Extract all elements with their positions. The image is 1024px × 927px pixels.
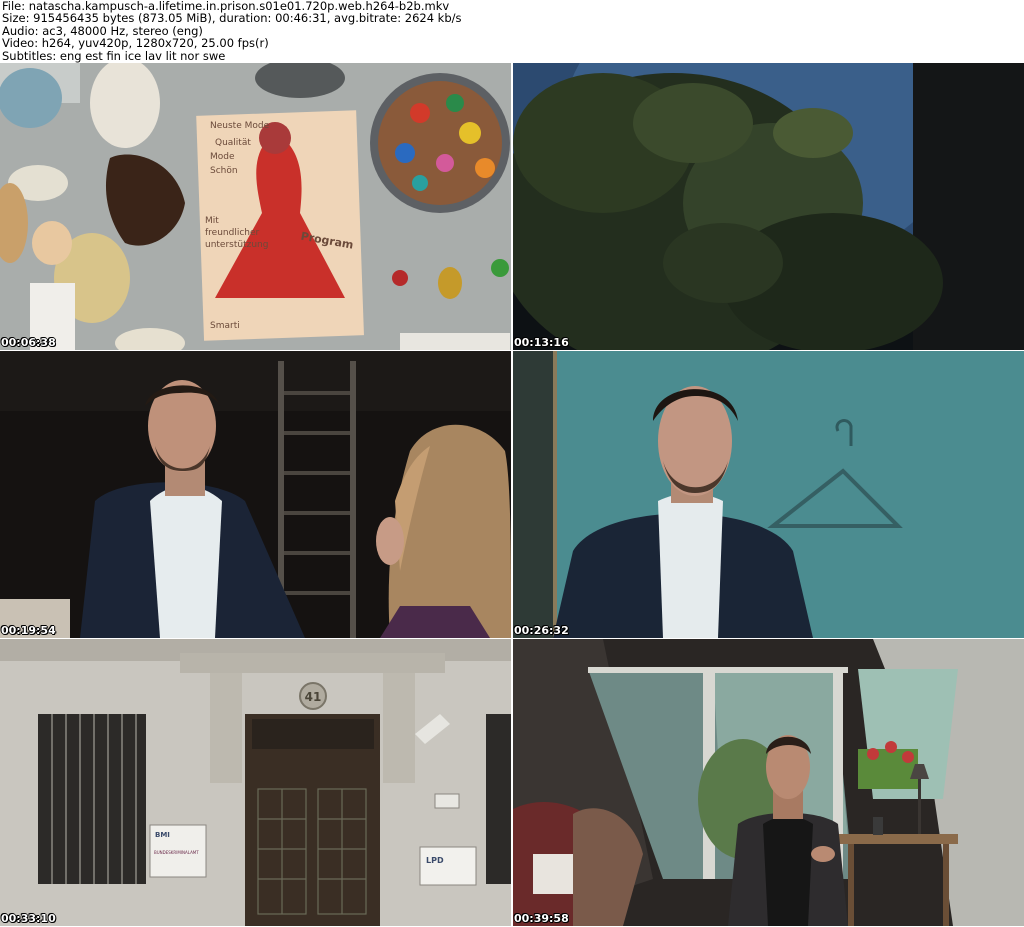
svg-text:Smarti: Smarti xyxy=(210,321,240,331)
thumbnail-frame-2[interactable]: 00:13:16 xyxy=(513,63,1024,350)
svg-text:Mit: Mit xyxy=(205,216,219,226)
timestamp-label: 00:06:38 xyxy=(1,336,56,349)
file-size-line: Size: 915456435 bytes (873.05 MiB), dura… xyxy=(2,11,462,26)
thumbnail-frame-1[interactable]: Neuste Mode Qualität Mode Schön Mit freu… xyxy=(0,63,511,350)
timestamp-label: 00:19:54 xyxy=(1,624,56,637)
file-metadata-header: File: natascha.kampusch-a.lifetime.in.pr… xyxy=(2,0,1022,62)
frame-2-image xyxy=(513,63,1024,350)
thumbnail-grid: Neuste Mode Qualität Mode Schön Mit freu… xyxy=(0,63,1024,927)
timestamp-label: 00:13:16 xyxy=(514,336,569,349)
house-number: 41 xyxy=(305,690,322,704)
svg-text:freundlicher: freundlicher xyxy=(205,228,260,238)
thumbnail-frame-6[interactable]: 00:39:58 xyxy=(513,639,1024,926)
sign-lpd: LPD xyxy=(426,856,444,865)
timestamp-label: 00:26:32 xyxy=(514,624,569,637)
sign-bka: BUNDESKRIMINALAMT xyxy=(154,850,199,855)
frame-6-image xyxy=(513,639,1024,926)
frame-4-image xyxy=(513,351,1024,638)
thumbnail-frame-5[interactable]: 41 BMI BUNDESKRIMINALAMT LPD 00:33:10 xyxy=(0,639,511,926)
svg-text:unterstützung: unterstützung xyxy=(205,240,268,250)
subtitles-info-line: Subtitles: eng est fin ice lav lit nor s… xyxy=(2,48,226,63)
frame-1-image: Neuste Mode Qualität Mode Schön Mit freu… xyxy=(0,63,511,350)
thumbnail-frame-4[interactable]: 00:26:32 xyxy=(513,351,1024,638)
timestamp-label: 00:39:58 xyxy=(514,912,569,925)
thumbnail-frame-3[interactable]: 00:19:54 xyxy=(0,351,511,638)
drawing-text-1: Neuste Mode xyxy=(210,121,270,131)
sign-bmi: BMI xyxy=(155,831,170,839)
svg-text:Schön: Schön xyxy=(210,166,238,176)
frame-3-image xyxy=(0,351,511,638)
timestamp-label: 00:33:10 xyxy=(1,912,56,925)
video-info-line: Video: h264, yuv420p, 1280x720, 25.00 fp… xyxy=(2,36,269,51)
frame-5-image: 41 BMI BUNDESKRIMINALAMT LPD xyxy=(0,639,511,926)
svg-text:Qualität: Qualität xyxy=(215,138,251,148)
svg-text:Mode: Mode xyxy=(210,152,235,162)
